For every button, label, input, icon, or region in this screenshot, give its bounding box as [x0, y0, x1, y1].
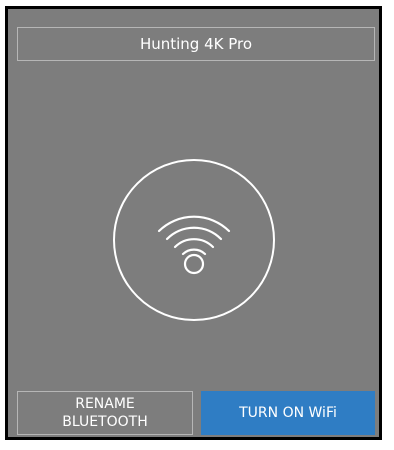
device-panel: Hunting 4K Pro RENAME BLUETOOTH TURN ON …	[5, 6, 382, 440]
rename-bluetooth-button[interactable]: RENAME BLUETOOTH	[17, 391, 193, 435]
wifi-arc-3	[173, 238, 215, 249]
action-buttons: RENAME BLUETOOTH TURN ON WiFi	[17, 391, 375, 435]
rename-label-line1: RENAME	[75, 396, 135, 412]
device-title: Hunting 4K Pro	[139, 35, 253, 53]
rename-label-line2: BLUETOOTH	[62, 414, 148, 430]
wifi-dot	[183, 253, 205, 275]
turn-on-wifi-button[interactable]: TURN ON WiFi	[201, 391, 375, 435]
wifi-button-label: TURN ON WiFi	[239, 405, 337, 421]
device-name-bar: Hunting 4K Pro	[17, 27, 375, 61]
wifi-arc-outer	[157, 215, 231, 233]
wifi-status-circle	[113, 159, 275, 321]
wifi-icon	[157, 215, 231, 275]
wifi-arc-inner	[181, 248, 207, 256]
wifi-arc-2	[165, 226, 223, 241]
